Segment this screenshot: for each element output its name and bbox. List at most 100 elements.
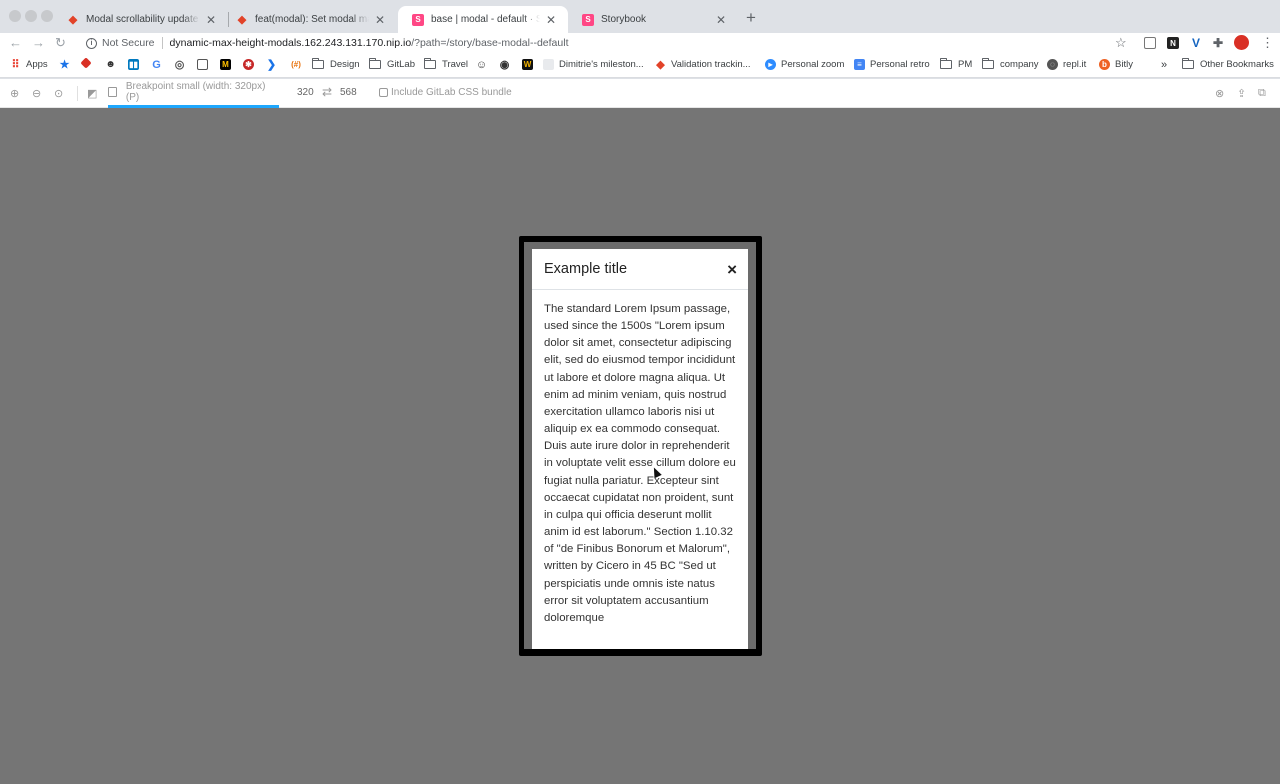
bookmark-pm[interactable]: PM — [940, 58, 973, 70]
bookmark-chrome[interactable]: ◎ — [174, 59, 190, 71]
bookmark-medium[interactable]: M — [220, 59, 236, 70]
modal-title: Example title — [544, 261, 628, 277]
remount-icon[interactable]: ⊗ — [1215, 87, 1224, 100]
close-tab-icon[interactable]: ✕ — [714, 13, 728, 27]
bookmark-travel[interactable]: Travel — [424, 58, 469, 70]
notion-extension-icon[interactable]: N — [1167, 37, 1179, 49]
bookmark-star-icon[interactable]: ☆ — [1115, 35, 1127, 51]
folder-icon — [982, 58, 994, 69]
viewport-height[interactable]: 568 — [340, 87, 357, 98]
bookmark-milestone[interactable]: Dimitrie's mileston... — [543, 59, 644, 70]
zoom-out-icon[interactable]: ⊖ — [32, 87, 41, 100]
bookmark-label: company — [1000, 59, 1039, 70]
apps-grid-icon: ⠿ — [11, 59, 20, 71]
breakpoint-selector[interactable]: Breakpoint small (width: 320px) (P) — [108, 79, 279, 108]
gitlab-icon: ◆ — [656, 59, 665, 71]
rotate-viewport-icon[interactable]: ⇄ — [322, 85, 332, 99]
storybook-icon: S — [412, 13, 424, 26]
bookmark-personal-zoom[interactable]: ▸ Personal zoom — [765, 59, 844, 70]
bookmark-personal-retro[interactable]: ≡ Personal retro — [854, 59, 930, 70]
bookmark-label: Bitly — [1115, 59, 1133, 70]
bookmark-design[interactable]: Design — [312, 58, 360, 70]
bookmark-docs[interactable] — [197, 59, 213, 70]
close-window-button[interactable] — [9, 10, 21, 22]
new-tab-icon[interactable]: + — [746, 8, 756, 28]
bookmark-starred[interactable]: ★ — [59, 59, 75, 71]
close-tab-icon[interactable]: ✕ — [204, 13, 218, 27]
bookmark-company[interactable]: company — [982, 58, 1039, 70]
copy-link-icon[interactable]: ⧉ — [1258, 87, 1266, 100]
bookmark-label: Apps — [26, 59, 48, 70]
tab-feat-modal[interactable]: ◆ feat(modal): Set modal max he ✕ — [222, 6, 397, 33]
bookmark-apps[interactable]: ⠿ Apps — [10, 59, 48, 71]
bookmark-brackets[interactable]: (#) — [289, 59, 308, 70]
bookmark-label: repl.it — [1063, 59, 1087, 70]
bookmark-label: Personal retro — [870, 59, 930, 70]
bookmark-label: Validation trackin... — [671, 59, 751, 70]
bookmark-label: GitLab — [387, 59, 415, 70]
toolbar-divider — [77, 86, 78, 101]
storybook-toolbar: ⊕ ⊖ ⊙ ◩ Breakpoint small (width: 320px) … — [0, 79, 1280, 108]
checkbox[interactable] — [379, 88, 388, 97]
tab-title: Modal scrollability update base — [86, 14, 200, 25]
checkbox-label: Include GitLab CSS bundle — [391, 87, 512, 98]
back-icon[interactable]: ← — [9, 35, 22, 50]
tab-base-modal-default[interactable]: S base | modal - default · Storyb ✕ — [398, 6, 568, 33]
viewport-width[interactable]: 320 — [297, 87, 314, 98]
info-icon[interactable]: i — [86, 37, 97, 49]
open-new-tab-icon[interactable]: ⇪ — [1237, 87, 1246, 100]
more-bookmarks-button[interactable]: » — [1161, 59, 1167, 71]
url-host[interactable]: dynamic-max-height-modals.162.243.131.17… — [170, 37, 412, 49]
modal-header: Example title × — [532, 249, 748, 290]
bookmark-label: PM — [958, 59, 973, 70]
maximize-window-button[interactable] — [41, 10, 53, 22]
bookmark-replit[interactable]: ◌ repl.it — [1047, 59, 1086, 70]
tab-modal-scrollability[interactable]: ◆ Modal scrollability update base ✕ — [53, 6, 228, 33]
minimize-window-button[interactable] — [25, 10, 37, 22]
bookmark-validation[interactable]: ◆ Validation trackin... — [655, 59, 751, 71]
bookmark-red[interactable] — [80, 57, 95, 69]
zoom-in-icon[interactable]: ⊕ — [10, 87, 19, 100]
bookmark-gitlab[interactable]: GitLab — [369, 58, 415, 70]
url-path[interactable]: /?path=/story/base-modal--default — [411, 37, 568, 49]
modal-body: The standard Lorem Ipsum passage, used s… — [544, 303, 736, 624]
zoom-reset-icon[interactable]: ⊙ — [54, 87, 63, 100]
folder-icon — [424, 58, 436, 69]
close-tab-icon[interactable]: ✕ — [544, 13, 558, 27]
bookmark-bitly[interactable]: b Bitly — [1099, 59, 1133, 70]
vimeo-extension-icon[interactable]: V — [1190, 36, 1202, 50]
medium-icon: M — [220, 59, 231, 70]
bookmark-panda[interactable]: ☻ — [105, 59, 121, 70]
kebab-menu-icon[interactable]: ⋮ — [1261, 35, 1274, 51]
bookmark-label: Travel — [442, 59, 469, 70]
bookmark-label: Personal zoom — [781, 59, 845, 70]
close-tab-icon[interactable]: ✕ — [373, 13, 387, 27]
modal-dialog: Example title × The standard Lorem Ipsum… — [532, 249, 748, 649]
bookmark-wheel[interactable]: ✱ — [243, 59, 259, 70]
bookmark-trello[interactable]: ▮▮ — [128, 59, 144, 70]
google-docs-icon: ≡ — [854, 59, 865, 70]
reload-icon[interactable]: ↻ — [55, 35, 66, 51]
bookmark-other[interactable]: Other Bookmarks — [1182, 58, 1274, 70]
forward-icon[interactable]: → — [32, 35, 45, 50]
bookmark-w[interactable]: W — [522, 59, 538, 70]
bookmark-arrow[interactable]: ❯ — [266, 59, 282, 71]
profile-avatar[interactable] — [1234, 35, 1249, 50]
bookmark-label: Other Bookmarks — [1200, 59, 1274, 70]
address-bar[interactable]: i Not Secure dynamic-max-height-modals.1… — [76, 34, 1136, 52]
tab-storybook[interactable]: S Storybook ✕ — [568, 6, 738, 33]
bookmark-github[interactable]: ◉ — [499, 59, 515, 71]
wheel-icon: ✱ — [243, 59, 254, 70]
puzzle-extensions-icon[interactable]: ✚ — [1212, 36, 1224, 50]
css-bundle-toggle[interactable]: Include GitLab CSS bundle — [379, 87, 512, 98]
security-label[interactable]: Not Secure — [102, 37, 155, 49]
diamond-icon — [80, 57, 92, 69]
bookmark-smiley[interactable]: ☺ — [476, 59, 492, 71]
breakpoint-label: Breakpoint small (width: 320px) (P) — [125, 81, 266, 103]
divider — [161, 37, 163, 49]
copy-extension-icon[interactable] — [1144, 37, 1156, 49]
bookmark-google[interactable]: G — [151, 59, 167, 71]
folder-icon — [312, 58, 324, 69]
background-icon[interactable]: ◩ — [87, 87, 97, 100]
close-icon[interactable]: × — [727, 261, 737, 278]
